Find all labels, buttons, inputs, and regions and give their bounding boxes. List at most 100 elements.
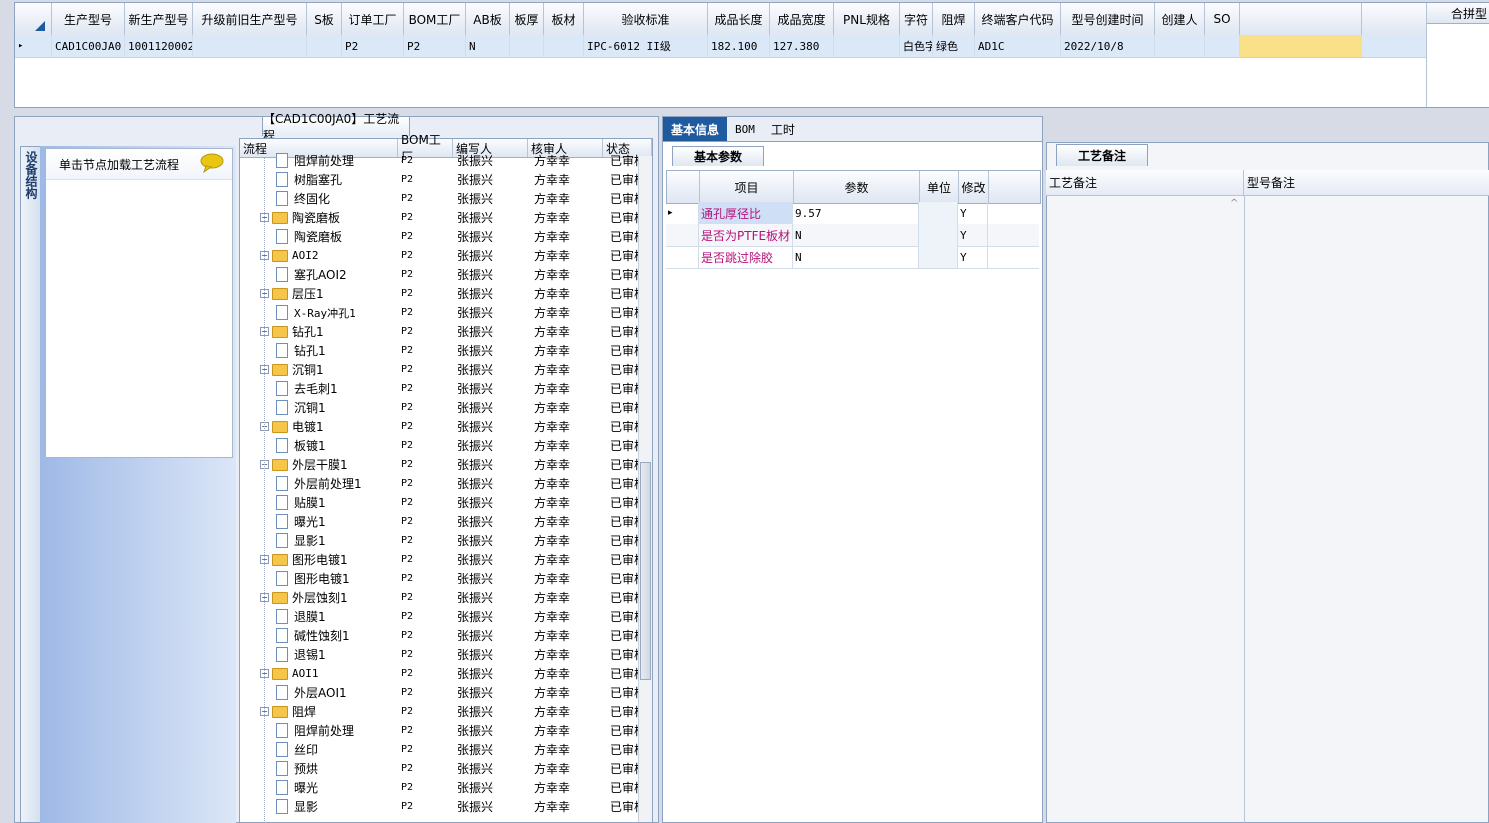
grid-cell[interactable]: [510, 35, 544, 57]
tree-row[interactable]: 曝光 P2 张振兴 方幸幸 已审核: [240, 778, 640, 797]
grid-cell[interactable]: P2: [342, 35, 404, 57]
column-header[interactable]: 板材: [544, 3, 584, 35]
grid-cell[interactable]: P2: [404, 35, 466, 57]
param-value[interactable]: N: [793, 246, 919, 268]
tree-row[interactable]: 退膜1 P2 张振兴 方幸幸 已审核: [240, 607, 640, 626]
tab-equipment-structure[interactable]: 设备结构: [20, 146, 40, 823]
column-header[interactable]: 生产型号: [52, 3, 125, 35]
column-header[interactable]: 成品宽度: [770, 3, 834, 35]
param-modify[interactable]: Y: [958, 224, 988, 246]
tree-row[interactable]: 去毛刺1 P2 张振兴 方幸幸 已审核: [240, 379, 640, 398]
tree-row[interactable]: −外层蚀刻1P2张振兴方幸幸已审核: [240, 588, 640, 607]
col-param[interactable]: 参数: [794, 171, 920, 203]
tree-row[interactable]: −钻孔1P2张振兴方幸幸已审核: [240, 322, 640, 341]
column-header[interactable]: 终端客户代码: [975, 3, 1061, 35]
tab-work-hours[interactable]: 工时: [763, 117, 803, 141]
column-header[interactable]: 成品长度: [708, 3, 770, 35]
tree-row[interactable]: −陶瓷磨板P2张振兴方幸幸已审核: [240, 208, 640, 227]
grid-cell[interactable]: 182.100: [708, 35, 770, 57]
tree-row[interactable]: 丝印 P2 张振兴 方幸幸 已审核: [240, 740, 640, 759]
grid-cell[interactable]: AD1C: [975, 35, 1061, 57]
tree-row[interactable]: 显影1 P2 张振兴 方幸幸 已审核: [240, 531, 640, 550]
tree-scrollbar-thumb[interactable]: [640, 462, 651, 680]
tab-basic-params[interactable]: 基本参数: [672, 146, 764, 166]
param-row[interactable]: ▸ 通孔厚径比 9.57 Y: [666, 202, 1039, 225]
grid-cell[interactable]: [307, 35, 342, 57]
grid-cell[interactable]: [1205, 35, 1240, 57]
column-header[interactable]: BOM工厂: [404, 3, 466, 35]
grid-cell[interactable]: 127.380: [770, 35, 834, 57]
tree-row[interactable]: 贴膜1 P2 张振兴 方幸幸 已审核: [240, 493, 640, 512]
col-modify[interactable]: 修改: [959, 171, 989, 203]
col-process-notes[interactable]: 工艺备注: [1046, 170, 1244, 195]
grid-cell[interactable]: N: [466, 35, 510, 57]
grid-cell[interactable]: CAD1C00JA0: [52, 35, 125, 57]
param-modify[interactable]: Y: [958, 202, 988, 224]
param-modify[interactable]: Y: [958, 246, 988, 268]
tree-row[interactable]: −AOI1P2张振兴方幸幸已审核: [240, 664, 640, 683]
node-hint-header[interactable]: 单击节点加载工艺流程: [46, 149, 232, 180]
column-header[interactable]: 验收标准: [584, 3, 708, 35]
param-value[interactable]: 9.57: [793, 202, 919, 224]
grid-cell[interactable]: 白色字符: [900, 35, 933, 57]
column-header[interactable]: [1240, 3, 1362, 35]
tree-row[interactable]: 树脂塞孔 P2 张振兴 方幸幸 已审核: [240, 170, 640, 189]
column-header[interactable]: 新生产型号: [125, 3, 193, 35]
param-row[interactable]: 是否为PTFE板材 N Y: [666, 224, 1039, 247]
col-model-notes[interactable]: 型号备注: [1244, 170, 1489, 195]
notes-scroll-up-icon[interactable]: ^: [1230, 198, 1238, 209]
column-header[interactable]: 订单工厂: [342, 3, 404, 35]
tree-row[interactable]: 碱性蚀刻1 P2 张振兴 方幸幸 已审核: [240, 626, 640, 645]
param-row[interactable]: 是否跳过除胶 N Y: [666, 246, 1039, 269]
tree-row[interactable]: −图形电镀1P2张振兴方幸幸已审核: [240, 550, 640, 569]
tree-row[interactable]: 沉铜1 P2 张振兴 方幸幸 已审核: [240, 398, 640, 417]
grid-cell[interactable]: [544, 35, 584, 57]
column-header[interactable]: SO: [1205, 3, 1240, 35]
tree-row[interactable]: −外层干膜1P2张振兴方幸幸已审核: [240, 455, 640, 474]
param-value[interactable]: N: [793, 224, 919, 246]
tree-row[interactable]: 阻焊前处理 P2 张振兴 方幸幸 已审核: [240, 721, 640, 740]
grid-cell[interactable]: 2022/10/8: [1061, 35, 1155, 57]
grid-cell[interactable]: IPC-6012 II级: [584, 35, 708, 57]
col-unit[interactable]: 单位: [920, 171, 959, 203]
tree-row[interactable]: 钻孔1 P2 张振兴 方幸幸 已审核: [240, 341, 640, 360]
grid-cell[interactable]: [1155, 35, 1205, 57]
tab-bom[interactable]: BOM: [727, 117, 763, 141]
column-header[interactable]: 升级前旧生产型号: [193, 3, 307, 35]
column-header[interactable]: S板: [307, 3, 342, 35]
column-header[interactable]: 型号创建时间: [1061, 3, 1155, 35]
grid-cell[interactable]: [193, 35, 307, 57]
tree-row[interactable]: 预烘 P2 张振兴 方幸幸 已审核: [240, 759, 640, 778]
column-header[interactable]: 字符: [900, 3, 933, 35]
column-header[interactable]: PNL规格: [834, 3, 900, 35]
grid-cell[interactable]: [834, 35, 900, 57]
tree-row[interactable]: 塞孔AOI2 P2 张振兴 方幸幸 已审核: [240, 265, 640, 284]
model-grid-row[interactable]: ▸CAD1C00JA010011200027819P2P2NIPC-6012 I…: [15, 35, 1426, 58]
tree-row[interactable]: 外层AOI1 P2 张振兴 方幸幸 已审核: [240, 683, 640, 702]
tree-row[interactable]: 陶瓷磨板 P2 张振兴 方幸幸 已审核: [240, 227, 640, 246]
grid-cell[interactable]: 10011200027819: [125, 35, 193, 57]
tab-basic-info[interactable]: 基本信息: [663, 117, 728, 141]
tree-row[interactable]: −电镀1P2张振兴方幸幸已审核: [240, 417, 640, 436]
tree-row[interactable]: −层压1P2张振兴方幸幸已审核: [240, 284, 640, 303]
tree-row[interactable]: 终固化 P2 张振兴 方幸幸 已审核: [240, 189, 640, 208]
tree-row[interactable]: 外层前处理1 P2 张振兴 方幸幸 已审核: [240, 474, 640, 493]
grid-cell[interactable]: [1240, 35, 1362, 57]
tree-row[interactable]: −AOI2P2张振兴方幸幸已审核: [240, 246, 640, 265]
col-item[interactable]: 项目: [700, 171, 794, 203]
column-header[interactable]: AB板: [466, 3, 510, 35]
tree-row[interactable]: 退锡1 P2 张振兴 方幸幸 已审核: [240, 645, 640, 664]
tree-row[interactable]: 板镀1 P2 张振兴 方幸幸 已审核: [240, 436, 640, 455]
tree-row[interactable]: 阻焊前处理 P2 张振兴 方幸幸 已审核: [240, 151, 640, 170]
tree-row[interactable]: 曝光1 P2 张振兴 方幸幸 已审核: [240, 512, 640, 531]
tree-row[interactable]: −沉铜1P2张振兴方幸幸已审核: [240, 360, 640, 379]
tree-row[interactable]: −阻焊P2张振兴方幸幸已审核: [240, 702, 640, 721]
column-header[interactable]: 阻焊: [933, 3, 975, 35]
column-header[interactable]: 创建人: [1155, 3, 1205, 35]
tab-process-notes[interactable]: 工艺备注: [1056, 144, 1148, 166]
tree-row[interactable]: 图形电镀1 P2 张振兴 方幸幸 已审核: [240, 569, 640, 588]
tree-row[interactable]: 显影 P2 张振兴 方幸幸 已审核: [240, 797, 640, 816]
tree-row[interactable]: X-Ray冲孔1 P2 张振兴 方幸幸 已审核: [240, 303, 640, 322]
column-header[interactable]: 板厚: [510, 3, 544, 35]
grid-cell[interactable]: 绿色: [933, 35, 975, 57]
